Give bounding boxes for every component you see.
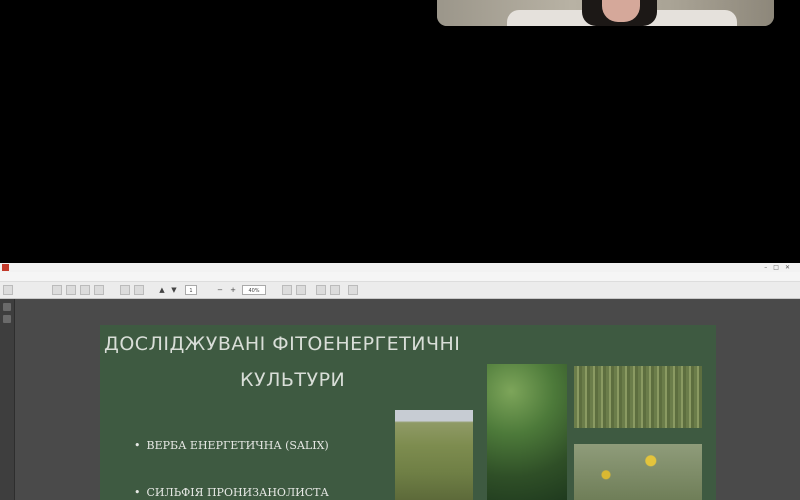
silphium-flowers-photo (574, 444, 702, 500)
plant-leaves-photo (487, 364, 567, 500)
next-page-icon[interactable]: ▼ (170, 285, 178, 295)
page-number-input[interactable]: 1 (185, 285, 197, 295)
print-icon[interactable] (52, 285, 62, 295)
sign-pane-button[interactable] (672, 285, 746, 295)
zoom-out-icon[interactable]: − (216, 285, 224, 295)
page-thumbnails-icon[interactable] (3, 303, 11, 311)
fit-width-icon[interactable] (296, 285, 306, 295)
zoom-level-select[interactable]: 40% (242, 285, 266, 295)
window-titlebar: –□✕ (0, 263, 800, 272)
tools-pane-button[interactable] (618, 285, 666, 295)
pdf-app-icon (2, 264, 9, 271)
hand-tool-icon[interactable] (134, 285, 144, 295)
viewer-toolbar: ▲ ▼ 1 − + 40% (0, 282, 800, 299)
comment-icon[interactable] (316, 285, 326, 295)
share-icon[interactable] (94, 285, 104, 295)
slide-bullet-1: ВЕРБА ЕНЕРГЕТИЧНА (SALIX) (134, 439, 329, 452)
window-controls[interactable]: –□✕ (764, 263, 796, 272)
slide-title-line-2: КУЛЬТУРИ (240, 369, 346, 391)
attachments-icon[interactable] (3, 315, 11, 323)
grass-field-photo (574, 366, 702, 428)
highlight-icon[interactable] (330, 285, 340, 295)
search-icon[interactable] (120, 285, 130, 295)
navigation-pane (0, 299, 15, 500)
willow-photo (395, 410, 473, 500)
menu-bar (0, 272, 800, 282)
comment-pane-button[interactable] (752, 285, 798, 295)
slide-bullet-2: СИЛЬФІЯ ПРОНИЗАНОЛИСТА (134, 486, 329, 499)
open-file-icon[interactable] (3, 285, 13, 295)
participant-video-tile[interactable] (437, 0, 774, 26)
fit-page-icon[interactable] (282, 285, 292, 295)
prev-page-icon[interactable]: ▲ (158, 285, 166, 295)
presentation-slide: ДОСЛІДЖУВАНІ ФІТОЕНЕРГЕТИЧНІ КУЛЬТУРИ ВЕ… (100, 325, 716, 500)
zoom-in-icon[interactable]: + (229, 285, 237, 295)
slide-title-line-1: ДОСЛІДЖУВАНІ ФІТОЕНЕРГЕТИЧНІ (104, 333, 461, 355)
email-icon[interactable] (66, 285, 76, 295)
sign-icon[interactable] (348, 285, 358, 295)
save-icon[interactable] (80, 285, 90, 295)
